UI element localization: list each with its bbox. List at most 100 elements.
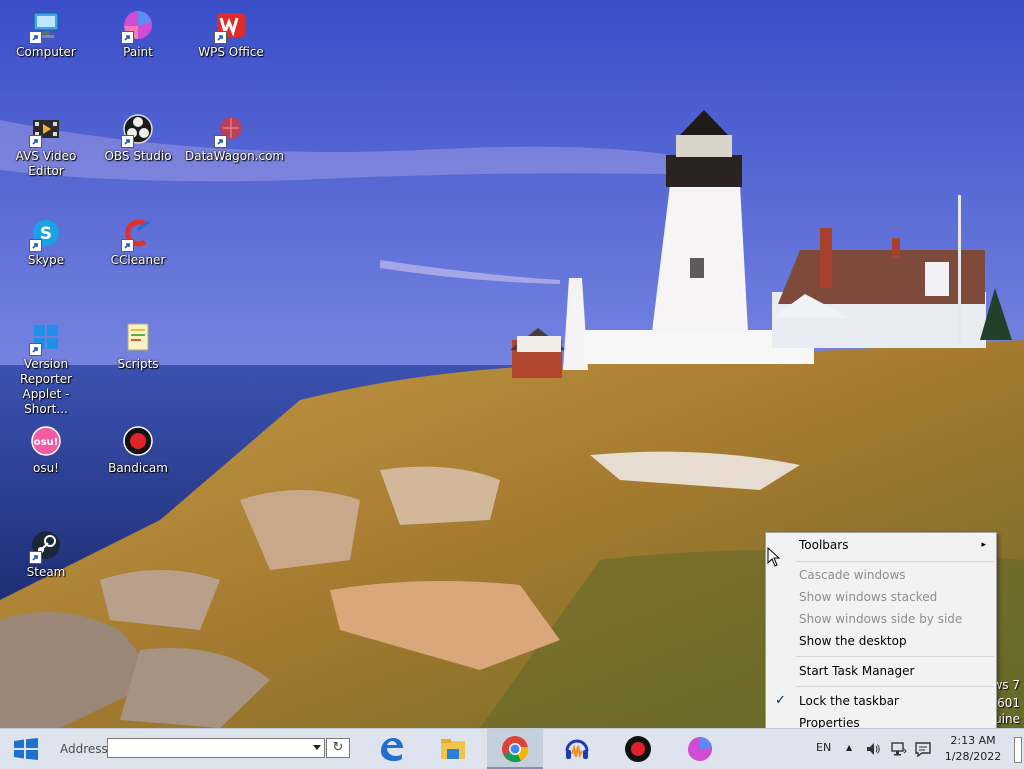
- shortcut-arrow-icon: [121, 239, 134, 252]
- menu-item-label: Show windows stacked: [799, 590, 938, 604]
- desktop-icon-label: OBS Studio: [104, 149, 172, 163]
- taskbar-context-menu: Toolbars ▸ Cascade windows Show windows …: [765, 532, 997, 738]
- desktop-icon-label: Bandicam: [108, 461, 168, 475]
- submenu-arrow-icon: ▸: [981, 540, 986, 550]
- menu-item-label: Show the desktop: [799, 634, 907, 648]
- taskbar-edge-button[interactable]: [365, 729, 417, 769]
- menu-item-show-windows-side-by-side[interactable]: Show windows side by side: [768, 608, 994, 630]
- desktop-icon-label: DataWagon.com: [185, 149, 285, 163]
- shortcut-arrow-icon: [29, 135, 42, 148]
- desktop-icon-label: Version Reporter Applet - Short...: [19, 357, 73, 416]
- menu-item-label: Toolbars: [799, 538, 849, 552]
- desktop-icon-obs-studio[interactable]: OBS Studio: [92, 112, 184, 164]
- dropdown-arrow-icon[interactable]: [313, 745, 321, 750]
- desktop-icon-bandicam[interactable]: Bandicam: [92, 424, 184, 476]
- shortcut-arrow-icon: [121, 135, 134, 148]
- desktop-icon-scripts[interactable]: Scripts: [92, 320, 184, 372]
- taskbar-paint-button[interactable]: [674, 729, 726, 769]
- edge-icon: [381, 738, 403, 761]
- menu-item-label: Cascade windows: [799, 568, 906, 582]
- menu-item-label: Start Task Manager: [799, 664, 915, 678]
- menu-item-label: Show windows side by side: [799, 612, 963, 626]
- show-desktop-button[interactable]: [1012, 729, 1024, 769]
- bandicam-icon: [625, 736, 651, 762]
- desktop-icon-version-reporter[interactable]: Version Reporter Applet - Short...: [0, 320, 92, 417]
- desktop-icon-ccleaner[interactable]: CCleaner: [92, 216, 184, 268]
- menu-item-label: Lock the taskbar: [799, 694, 899, 708]
- desktop-icon-label: Steam: [26, 565, 66, 579]
- file-explorer-icon: [441, 739, 465, 759]
- taskbar-file-explorer-button[interactable]: [427, 729, 479, 769]
- shortcut-arrow-icon: [214, 31, 227, 44]
- start-button[interactable]: [0, 729, 52, 769]
- shortcut-arrow-icon: [29, 551, 42, 564]
- clock-date: 1/28/2022: [944, 750, 1002, 763]
- language-indicator[interactable]: EN: [816, 741, 831, 754]
- action-center-icon[interactable]: [915, 741, 931, 757]
- desktop-icon-wps-office[interactable]: WPS Office: [185, 8, 277, 60]
- steam-icon: [29, 528, 63, 564]
- ccleaner-icon: [121, 216, 155, 252]
- windows-start-icon: [14, 738, 38, 760]
- taskbar: Address ↻ EN ▲ 2:13 AM 1/28/2022: [0, 728, 1024, 769]
- desktop-icon-label: osu!: [32, 461, 59, 475]
- menu-separator: [796, 656, 994, 657]
- desktop-icon-label: WPS Office: [198, 45, 264, 59]
- bandicam-icon: [121, 424, 155, 458]
- address-toolbar-label: Address: [60, 742, 108, 756]
- desktop-icon-label: Paint: [123, 45, 153, 59]
- volume-icon[interactable]: [865, 741, 881, 757]
- shortcut-arrow-icon: [29, 343, 42, 356]
- desktop-icon-steam[interactable]: Steam: [0, 528, 92, 580]
- avs-video-editor-icon: [29, 112, 63, 148]
- menu-item-cascade-windows[interactable]: Cascade windows: [768, 564, 994, 586]
- desktop-icon-label: AVS Video Editor: [15, 149, 77, 178]
- datawagon-icon: [214, 112, 248, 148]
- desktop-icon-label: Computer: [16, 45, 76, 59]
- menu-item-show-windows-stacked[interactable]: Show windows stacked: [768, 586, 994, 608]
- desktop-icon-paint[interactable]: Paint: [92, 8, 184, 60]
- skype-icon: S: [29, 216, 63, 252]
- wps-office-icon: [214, 8, 248, 44]
- shortcut-arrow-icon: [121, 31, 134, 44]
- mouse-cursor-icon: [767, 547, 781, 567]
- desktop-icon-label: CCleaner: [110, 253, 166, 267]
- network-icon[interactable]: [891, 741, 907, 757]
- menu-item-start-task-manager[interactable]: Start Task Manager: [768, 660, 994, 682]
- desktop-icon-skype[interactable]: S Skype: [0, 216, 92, 268]
- desktop-icon-avs-video-editor[interactable]: AVS Video Editor: [0, 112, 92, 179]
- desktop-icon-label: Scripts: [117, 357, 159, 371]
- menu-item-show-the-desktop[interactable]: Show the desktop: [768, 630, 994, 652]
- show-hidden-icons-arrow-icon[interactable]: ▲: [846, 743, 852, 752]
- chrome-icon: [502, 736, 529, 763]
- desktop-icon-datawagon[interactable]: DataWagon.com: [185, 112, 285, 164]
- address-input[interactable]: [107, 738, 325, 758]
- folder-icon: [121, 320, 155, 354]
- shortcut-arrow-icon: [29, 31, 42, 44]
- address-go-button[interactable]: ↻: [326, 738, 350, 758]
- taskbar-audacity-button[interactable]: [551, 729, 603, 769]
- desktop-icon-osu[interactable]: osu! osu!: [0, 424, 92, 476]
- svg-text:osu!: osu!: [34, 437, 59, 448]
- taskbar-bandicam-button[interactable]: [612, 729, 664, 769]
- menu-separator: [796, 561, 994, 562]
- shortcut-arrow-icon: [29, 239, 42, 252]
- menu-item-toolbars[interactable]: Toolbars ▸: [768, 534, 994, 556]
- obs-studio-icon: [121, 112, 155, 148]
- windows-logo-icon: [29, 320, 63, 356]
- taskbar-chrome-button[interactable]: [487, 729, 543, 769]
- shortcut-arrow-icon: [214, 135, 227, 148]
- desktop-icon-computer[interactable]: Computer: [0, 8, 92, 60]
- audacity-icon: [565, 739, 589, 759]
- checkmark-icon: ✓: [775, 693, 786, 708]
- menu-item-lock-the-taskbar[interactable]: ✓ Lock the taskbar: [768, 690, 994, 712]
- computer-icon: [29, 8, 63, 44]
- menu-separator: [796, 686, 994, 687]
- paint-icon: [688, 737, 712, 761]
- clock-time: 2:13 AM: [950, 734, 996, 747]
- paint-icon: [121, 8, 155, 44]
- clock[interactable]: 2:13 AM 1/28/2022: [936, 733, 1010, 765]
- desktop-icon-label: Skype: [27, 253, 65, 267]
- osu-icon: osu!: [29, 424, 63, 458]
- windows-watermark-line3: uine: [994, 712, 1020, 726]
